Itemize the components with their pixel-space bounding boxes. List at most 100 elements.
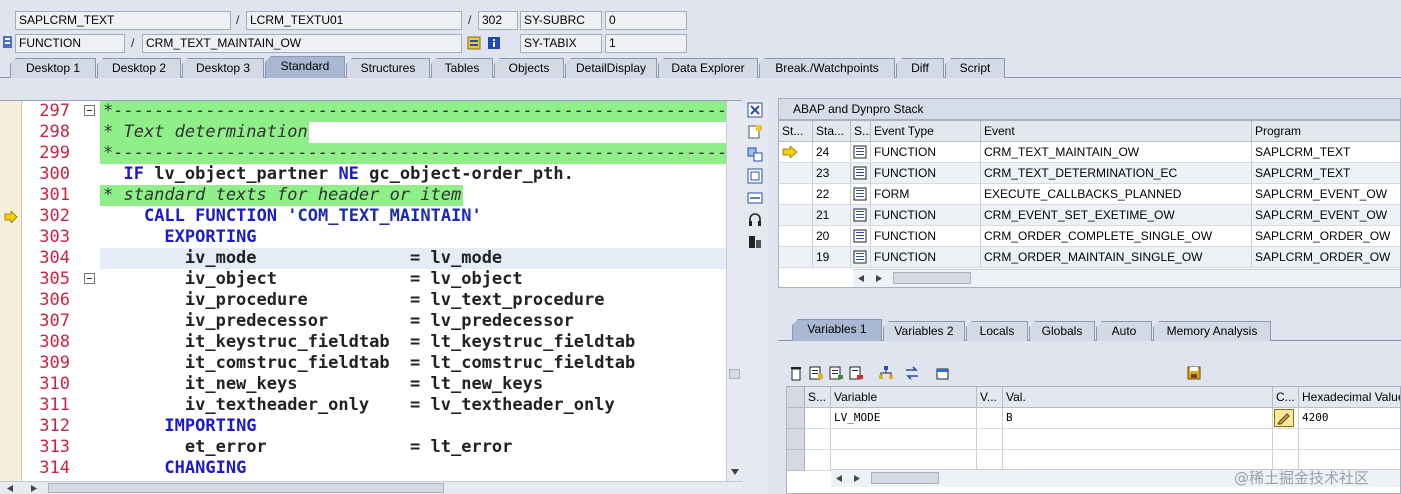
insert-row-icon[interactable] [808, 365, 824, 381]
info-icon[interactable] [487, 36, 501, 50]
tab-detail-display[interactable]: DetailDisplay [565, 58, 657, 78]
stack-program-cell[interactable]: SAPLCRM_TEXT [1252, 163, 1400, 184]
append-row-icon[interactable] [828, 365, 844, 381]
stack-event-type-cell[interactable]: FUNCTION [871, 142, 981, 163]
stack-event-type-cell[interactable]: FUNCTION [871, 163, 981, 184]
variables-column-header[interactable]: S... [805, 387, 831, 408]
variable-status-cell[interactable] [805, 408, 831, 429]
tab-variables-2[interactable]: Variables 2 [883, 321, 965, 341]
variable-name-cell[interactable] [831, 429, 977, 450]
variable-status-cell[interactable] [805, 429, 831, 450]
variable-change-cell[interactable] [1273, 408, 1299, 429]
variable-hex-cell[interactable]: 4200 [1299, 408, 1400, 429]
variables-column-header[interactable]: V... [977, 387, 1003, 408]
code-line[interactable]: CHANGING [103, 458, 246, 479]
source-display-icon[interactable] [467, 36, 481, 50]
row-selector[interactable] [787, 387, 805, 408]
stack-program-cell[interactable]: SAPLCRM_ORDER_OW [1252, 226, 1400, 247]
stack-column-header[interactable]: Event Type [871, 121, 981, 142]
tree-icon[interactable] [878, 365, 894, 381]
stack-event-type-cell[interactable]: FORM [871, 184, 981, 205]
variables-column-header[interactable]: C... [1273, 387, 1299, 408]
resize-icon[interactable] [747, 190, 763, 206]
tab-memory-analysis[interactable]: Memory Analysis [1153, 321, 1271, 341]
stack-horizontal-scrollbar[interactable] [853, 269, 1400, 287]
code-horizontal-scrollbar[interactable] [0, 481, 742, 494]
variable-status-cell[interactable] [805, 450, 831, 471]
stack-event-type-cell[interactable]: FUNCTION [871, 205, 981, 226]
window-icon[interactable] [934, 365, 950, 381]
code-line[interactable]: it_new_keys = lt_new_keys [103, 374, 543, 395]
stack-source-cell[interactable] [851, 184, 871, 205]
code-line[interactable]: et_error = lt_error [103, 437, 513, 458]
headset-icon[interactable] [747, 212, 763, 228]
stack-column-header[interactable]: Program [1252, 121, 1400, 142]
row-selector[interactable] [787, 408, 805, 429]
stack-column-header[interactable]: S... [851, 121, 871, 142]
swap-tool-icon[interactable] [747, 146, 763, 162]
code-line[interactable]: iv_textheader_only = lv_textheader_only [103, 395, 615, 416]
stack-level-cell[interactable]: 21 [813, 205, 851, 226]
tab-auto[interactable]: Auto [1096, 321, 1152, 341]
tab-desktop-3[interactable]: Desktop 3 [182, 58, 264, 78]
variable-v-cell[interactable] [977, 408, 1003, 429]
scroll-right-icon[interactable] [30, 484, 38, 493]
variable-name-cell[interactable] [831, 450, 977, 471]
tab-objects[interactable]: Objects [494, 58, 564, 78]
code-line[interactable]: IMPORTING [103, 416, 256, 437]
stack-level-cell[interactable]: 20 [813, 226, 851, 247]
tab-structures[interactable]: Structures [346, 58, 430, 78]
stack-program-cell[interactable]: SAPLCRM_EVENT_OW [1252, 184, 1400, 205]
variables-column-header[interactable]: Val. [1003, 387, 1273, 408]
stack-event-cell[interactable]: CRM_TEXT_MAINTAIN_OW [981, 142, 1252, 163]
row-selector[interactable] [787, 429, 805, 450]
stack-source-cell[interactable] [851, 226, 871, 247]
stack-column-header[interactable]: Event [981, 121, 1252, 142]
stack-active-cell[interactable] [779, 142, 813, 163]
variable-v-cell[interactable] [977, 450, 1003, 471]
sysvar-name-field[interactable]: SY-TABIX [520, 34, 602, 53]
tab-globals[interactable]: Globals [1029, 321, 1095, 341]
scroll-down-icon[interactable] [730, 468, 740, 476]
code-line[interactable]: CALL FUNCTION 'COM_TEXT_MAINTAIN' [103, 206, 482, 227]
code-line[interactable]: *---------------------------------------… [103, 143, 742, 164]
tab-script[interactable]: Script [945, 58, 1005, 78]
collapse-block-icon[interactable] [84, 105, 96, 117]
stack-active-cell[interactable] [779, 184, 813, 205]
scroll-right-icon[interactable] [875, 274, 883, 283]
variable-value-cell[interactable] [1003, 429, 1273, 450]
stack-source-cell[interactable] [851, 247, 871, 268]
variable-hex-cell[interactable] [1299, 429, 1400, 450]
variables-column-header[interactable]: Variable [831, 387, 977, 408]
code-line[interactable]: * Text determination [103, 122, 308, 143]
tab-desktop-2[interactable]: Desktop 2 [97, 58, 181, 78]
scroll-thumb[interactable] [871, 472, 939, 484]
tab-standard[interactable]: Standard [265, 56, 345, 78]
scroll-right-icon[interactable] [853, 474, 861, 483]
stack-active-cell[interactable] [779, 226, 813, 247]
stack-event-cell[interactable]: CRM_TEXT_DETERMINATION_EC [981, 163, 1252, 184]
services-icon[interactable] [747, 234, 763, 250]
variable-name-cell[interactable]: LV_MODE [831, 408, 977, 429]
code-line[interactable]: it_keystruc_fieldtab = lt_keystruc_field… [103, 332, 635, 353]
variable-v-cell[interactable] [977, 429, 1003, 450]
edit-pencil-icon[interactable] [1274, 409, 1294, 427]
stack-source-cell[interactable] [851, 205, 871, 226]
scroll-left-icon[interactable] [857, 274, 865, 283]
source-code-viewer[interactable]: 297 *------------------------------------… [0, 100, 742, 481]
code-line[interactable]: iv_predecessor = lv_predecessor [103, 311, 574, 332]
sysvar-name-field[interactable]: SY-SUBRC [520, 11, 602, 30]
stack-program-cell[interactable]: SAPLCRM_ORDER_OW [1252, 247, 1400, 268]
stack-program-cell[interactable]: SAPLCRM_TEXT [1252, 142, 1400, 163]
tab-locals[interactable]: Locals [966, 321, 1028, 341]
breakpoint-gutter[interactable] [0, 101, 22, 481]
code-line[interactable]: iv_mode = lv_mode [103, 248, 502, 269]
collapse-block-icon[interactable] [84, 273, 96, 285]
delete-row-icon[interactable] [848, 365, 864, 381]
save-icon[interactable] [1186, 365, 1202, 381]
code-line[interactable]: *---------------------------------------… [103, 101, 742, 122]
stack-active-cell[interactable] [779, 163, 813, 184]
stack-column-header[interactable]: St... [779, 121, 813, 142]
exchange-icon[interactable] [904, 365, 920, 381]
stack-source-cell[interactable] [851, 163, 871, 184]
